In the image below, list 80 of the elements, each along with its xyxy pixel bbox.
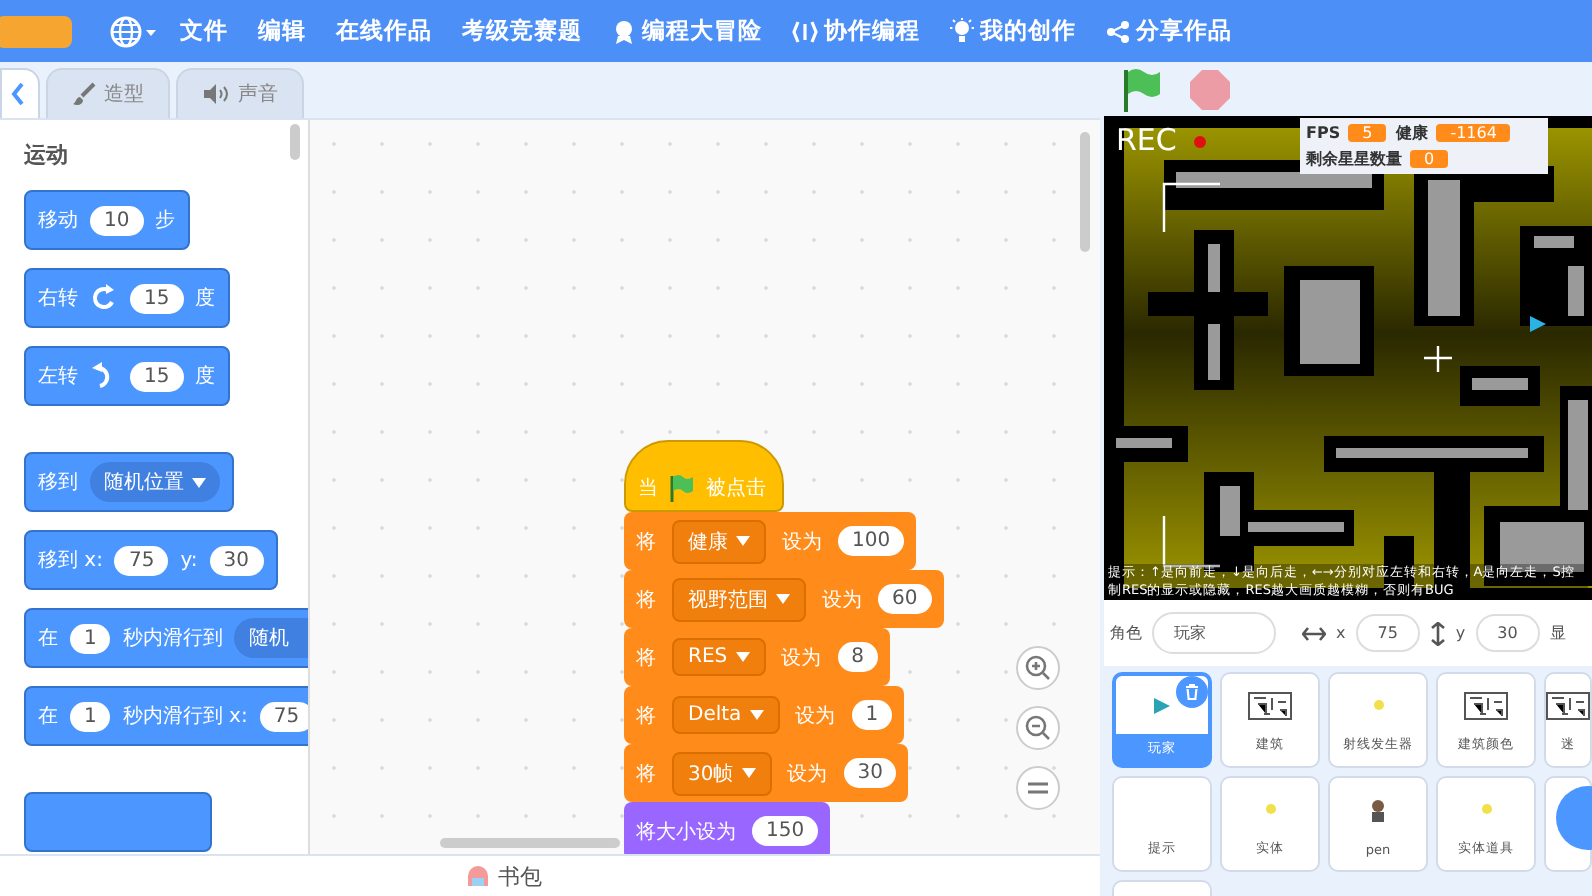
tab[interactable] bbox=[0, 68, 40, 118]
globe-icon[interactable] bbox=[110, 15, 158, 47]
number-input[interactable]: 10 bbox=[90, 205, 144, 235]
number-input[interactable]: 100 bbox=[838, 526, 905, 556]
logo-icon[interactable] bbox=[0, 15, 72, 47]
caret-icon bbox=[736, 536, 750, 546]
dropdown[interactable]: 随机 bbox=[234, 618, 308, 658]
x-field[interactable]: 75 bbox=[1355, 614, 1420, 652]
number-input[interactable]: 75 bbox=[259, 701, 308, 731]
caret-icon bbox=[741, 768, 756, 778]
caret-icon bbox=[776, 594, 790, 604]
flag-icon bbox=[668, 474, 696, 502]
brush-icon bbox=[72, 82, 96, 106]
motion-block[interactable]: 移到 x: 75 y: 30 bbox=[24, 530, 277, 590]
motion-block[interactable]: 在 1 秒内滑行到 随机 bbox=[24, 608, 308, 668]
scrollbar[interactable] bbox=[440, 838, 620, 848]
y-field[interactable]: 30 bbox=[1475, 614, 1540, 652]
badge-icon bbox=[612, 19, 636, 43]
maze-icon bbox=[1464, 691, 1508, 719]
backpack-label[interactable]: 书包 bbox=[498, 861, 542, 891]
number-input[interactable]: 30 bbox=[209, 545, 263, 575]
motion-block[interactable]: 右转 15 度 bbox=[24, 268, 230, 328]
number-input[interactable]: 75 bbox=[114, 545, 169, 575]
motion-block[interactable] bbox=[24, 792, 212, 852]
maze-icon bbox=[1248, 691, 1292, 719]
variable-monitor: FPS 5 bbox=[1306, 122, 1387, 144]
number-input[interactable]: 1 bbox=[70, 701, 111, 731]
horizontal-arrows-icon bbox=[1302, 625, 1326, 641]
equals-icon bbox=[1026, 778, 1050, 798]
person-icon bbox=[1368, 798, 1388, 822]
dropdown[interactable]: 随机位置 bbox=[90, 462, 220, 502]
variable-monitor: 剩余星星数量 0 bbox=[1306, 148, 1449, 170]
number-input[interactable]: 1 bbox=[70, 623, 111, 653]
category-title: 运动 bbox=[24, 140, 68, 170]
number-input[interactable]: 30 bbox=[843, 758, 897, 788]
caret-icon bbox=[192, 477, 206, 487]
zoom-in-icon bbox=[1024, 654, 1052, 682]
motion-block[interactable]: 在 1 秒内滑行到 x: 75 bbox=[24, 686, 308, 746]
script-block[interactable]: 将 视野范围 设为 60 bbox=[624, 570, 944, 628]
script-block[interactable]: 将 健康 设为 100 bbox=[624, 512, 917, 570]
number-input[interactable]: 1 bbox=[851, 700, 893, 730]
show-label: 显 bbox=[1549, 622, 1566, 644]
number-input[interactable]: 8 bbox=[837, 642, 878, 672]
speaker-icon bbox=[202, 82, 230, 106]
reset-zoom-button[interactable] bbox=[1016, 766, 1060, 810]
zoom-out-button[interactable] bbox=[1016, 706, 1060, 750]
script-block[interactable]: 将 30帧 设为 30 bbox=[624, 744, 909, 802]
vertical-arrows-icon bbox=[1429, 621, 1446, 645]
bulb-icon bbox=[950, 18, 974, 44]
caret-icon bbox=[735, 652, 750, 662]
number-input[interactable]: 15 bbox=[130, 361, 184, 391]
flag-button[interactable] bbox=[1120, 67, 1164, 111]
script-block[interactable]: 将 RES 设为 8 bbox=[624, 628, 890, 686]
y-label: y bbox=[1455, 624, 1466, 642]
record-dot-icon bbox=[1194, 136, 1206, 148]
zoom-in-button[interactable] bbox=[1016, 646, 1060, 690]
x-label: x bbox=[1336, 624, 1346, 642]
number-input[interactable]: 150 bbox=[752, 816, 819, 846]
scrollbar[interactable] bbox=[290, 124, 300, 160]
motion-block[interactable]: 移动 10 步 bbox=[24, 190, 190, 250]
script-block[interactable]: 将 Delta 设为 1 bbox=[624, 686, 905, 744]
number-input[interactable]: 60 bbox=[878, 584, 932, 614]
sprite-label: 角色 bbox=[1110, 622, 1142, 644]
collab-icon bbox=[792, 19, 818, 43]
script-block[interactable]: 将大小设为 150 bbox=[624, 802, 831, 854]
motion-block[interactable]: 移到 随机位置 bbox=[24, 452, 234, 512]
number-input[interactable]: 15 bbox=[130, 283, 184, 313]
variable-monitor: 健康 -1164 bbox=[1396, 122, 1511, 144]
rotate-right-icon bbox=[90, 284, 118, 312]
stop-button[interactable] bbox=[1188, 67, 1232, 111]
delete-icon[interactable] bbox=[1176, 676, 1208, 708]
share-icon bbox=[1106, 19, 1130, 43]
backpack-icon bbox=[466, 864, 490, 888]
maze-icon bbox=[1546, 691, 1590, 719]
caret-icon bbox=[749, 710, 764, 720]
motion-block[interactable]: 左转 15 度 bbox=[24, 346, 230, 406]
zoom-out-icon bbox=[1024, 714, 1052, 742]
sprite-name-field[interactable]: 玩家 bbox=[1152, 612, 1276, 654]
scrollbar[interactable] bbox=[1080, 132, 1090, 252]
arrow-icon bbox=[1152, 697, 1172, 713]
